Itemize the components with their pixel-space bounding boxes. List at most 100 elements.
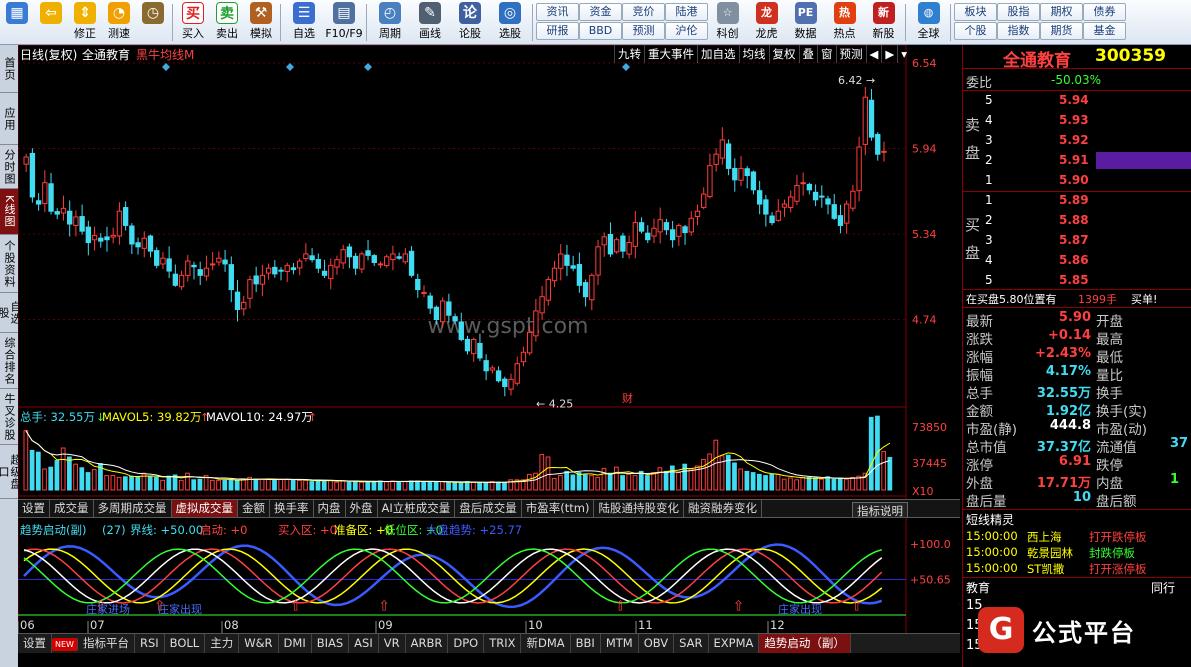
chart-header-button[interactable]: 九转: [614, 45, 644, 63]
volume-tab[interactable]: 盘后成交量: [455, 500, 522, 517]
indicator-tab[interactable]: EXPMA: [709, 634, 760, 653]
chart-nav-icon[interactable]: ◀: [865, 45, 882, 63]
toolbar-grid-button[interactable]: BBD: [579, 22, 622, 40]
toolbar-button-hammer[interactable]: ⚒ 模拟: [244, 0, 278, 44]
toolbar-grid-button[interactable]: 预测: [622, 22, 665, 40]
toolbar-grid-button[interactable]: 指数: [997, 22, 1040, 40]
toolbar-button-up-down-arrows[interactable]: ⇕ 修正: [68, 0, 102, 44]
chart-nav-icon[interactable]: ▾: [897, 45, 910, 63]
toolbar-button-hot[interactable]: 热热点: [825, 0, 864, 44]
indicator-explain-button[interactable]: 指标说明: [852, 502, 908, 517]
candle-body: [464, 338, 471, 352]
indicator-tab[interactable]: MTM: [601, 634, 639, 653]
chart-area[interactable]: 6.54 5.94 5.34 4.74 www.gspt.com 6.42 → ← 4.25…: [17, 44, 1181, 638]
left-tab-1[interactable]: 应用: [0, 93, 18, 145]
toolbar-button-sell[interactable]: 卖卖出: [210, 0, 244, 44]
chart-header-button[interactable]: 叠: [798, 45, 818, 63]
indicator-tab[interactable]: DMI: [279, 634, 312, 653]
toolbar-grid-button[interactable]: 期货: [1040, 22, 1083, 40]
chart-header-button[interactable]: 复权: [768, 45, 799, 63]
toolbar-button-buy[interactable]: 买买入: [176, 0, 210, 44]
toolbar-button-pe-data[interactable]: PE 数据: [786, 0, 825, 44]
volume-tab[interactable]: 金额: [238, 500, 270, 517]
chart-header-button[interactable]: 重大事件: [644, 45, 697, 63]
toolbar-button-ipo[interactable]: 新新股: [864, 0, 903, 44]
indicator-tab[interactable]: 指标平台: [78, 634, 135, 653]
volume-tab[interactable]: 外盘: [346, 500, 378, 517]
sell-price: 5.93: [1059, 113, 1089, 127]
toolbar-button-windows[interactable]: ▦: [0, 0, 34, 44]
toolbar-grid-button[interactable]: 沪伦: [665, 22, 708, 40]
indicator-tab[interactable]: BIAS: [312, 634, 350, 653]
indicator-tab[interactable]: DPO: [448, 634, 485, 653]
indicator-tab[interactable]: SAR: [674, 634, 709, 653]
left-tab-6[interactable]: 综合排名: [0, 333, 18, 389]
toolbar-grid-button[interactable]: 资金: [579, 3, 622, 21]
volume-tab[interactable]: 成交量: [50, 500, 94, 517]
indicator-tab[interactable]: 趋势启动（副）: [759, 634, 851, 653]
toolbar-grid-button[interactable]: 债券: [1083, 3, 1126, 21]
indicator-tab[interactable]: RSI: [135, 634, 165, 653]
indicator-tab[interactable]: TRIX: [484, 634, 522, 653]
toolbar-button-f10[interactable]: ▤ F10/F9: [324, 0, 364, 44]
chart-header-button[interactable]: 预测: [835, 45, 866, 63]
toolbar-button-period[interactable]: ◴ 周期: [370, 0, 410, 44]
left-tab-0[interactable]: 首页: [0, 45, 18, 93]
toolbar-grid-button[interactable]: 期权: [1040, 3, 1083, 21]
chart-header-button[interactable]: 均线: [738, 45, 769, 63]
toolbar-grid-button[interactable]: 基金: [1083, 22, 1126, 40]
toolbar-grid-button[interactable]: 板块: [954, 3, 997, 21]
toolbar-button-pencil[interactable]: ✎ 画线: [410, 0, 450, 44]
toolbar-button-speed[interactable]: ◔ 测速: [102, 0, 136, 44]
indicator-tab[interactable]: VR: [379, 634, 406, 653]
toolbar-grid-button[interactable]: 股指: [997, 3, 1040, 21]
indicator-tab[interactable]: BBI: [571, 634, 601, 653]
toolbar-grid-button[interactable]: 个股: [954, 22, 997, 40]
toolbar-button-clock[interactable]: ◷: [136, 0, 170, 44]
volume-tab[interactable]: 换手率: [270, 500, 314, 517]
volume-tab[interactable]: AI立桩成交量: [378, 500, 456, 517]
toolbar-button-stock-picker[interactable]: ◎ 选股: [490, 0, 530, 44]
toolbar-button-dragon-tiger[interactable]: 龙龙虎: [747, 0, 786, 44]
chart-nav-icon[interactable]: ▶: [881, 45, 897, 63]
toolbar-button-globe[interactable]: ◍ 全球: [909, 0, 948, 44]
chart-header-button[interactable]: 窗: [817, 45, 836, 63]
toolbar-button-watchlist[interactable]: ☰ 自选: [284, 0, 324, 44]
left-tab-8[interactable]: 超级盘口: [0, 445, 22, 499]
chart-header-button[interactable]: 加自选: [697, 45, 739, 63]
toolbar-grid-button[interactable]: 资讯: [536, 3, 579, 21]
toolbar-grid-button[interactable]: 竞价: [622, 3, 665, 21]
toolbar-grid-button[interactable]: 研报: [536, 22, 579, 40]
buy-arrow-icon: ⇧: [733, 599, 745, 615]
volume-tab[interactable]: 融资融券变化: [684, 500, 762, 517]
volume-tab[interactable]: 虚拟成交量: [171, 500, 238, 517]
volume-tab[interactable]: 陆股通持股变化: [594, 500, 684, 517]
left-tab-3[interactable]: K线图: [0, 189, 18, 235]
candle-body: [98, 237, 104, 242]
peers-button[interactable]: 同行: [1151, 579, 1175, 596]
indicator-tab[interactable]: ARBR: [406, 634, 449, 653]
volume-tab[interactable]: 市盈率(ttm): [522, 500, 595, 517]
toolbar-button-discuss[interactable]: 论论股: [450, 0, 490, 44]
indicator-tab[interactable]: ASI: [349, 634, 379, 653]
indicator-tab[interactable]: W&R: [239, 634, 279, 653]
toolbar-button-back-arrow[interactable]: ⇦: [34, 0, 68, 44]
indicator-tab[interactable]: BOLL: [165, 634, 206, 653]
indicator-tab[interactable]: 新DMA: [521, 634, 571, 653]
left-tab-7[interactable]: 牛叉诊股: [0, 389, 18, 445]
left-tab-2[interactable]: 分时图: [0, 145, 18, 189]
indicator-name[interactable]: 黑牛均线M: [136, 46, 194, 63]
indicator-tab[interactable]: 设置: [18, 634, 52, 653]
toolbar-button-star-market[interactable]: ☆ 科创: [708, 0, 747, 44]
left-tab-5[interactable]: 自选股: [0, 293, 22, 333]
indicator-tab[interactable]: 主力: [205, 634, 240, 653]
low-price-annotation: ← 4.25: [536, 397, 573, 410]
volume-tab[interactable]: 设置: [18, 500, 50, 517]
chart-svg[interactable]: 6.545.945.344.74www.gspt.com6.42 →← 4.25…: [17, 44, 1181, 638]
volume-tab[interactable]: 内盘: [314, 500, 346, 517]
toolbar-grid-button[interactable]: 陆港: [665, 3, 708, 21]
indicator-tab[interactable]: OBV: [639, 634, 675, 653]
volume-tab[interactable]: 多周期成交量: [94, 500, 172, 517]
short-time: 15:00:00: [966, 529, 1018, 543]
left-tab-4[interactable]: 个股资料: [0, 235, 18, 293]
